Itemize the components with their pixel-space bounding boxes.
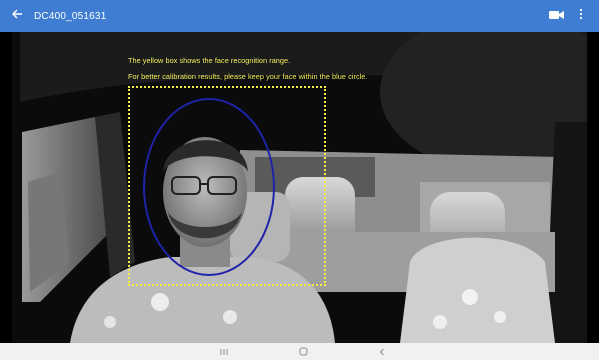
back-chevron-icon <box>378 343 386 360</box>
app-bar: DC400_051631 <box>0 0 599 32</box>
face-range-hint: The yellow box shows the face recognitio… <box>128 56 291 65</box>
face-calibration-circle <box>143 98 275 276</box>
arrow-left-icon <box>11 7 23 25</box>
calibration-hint: For better calibration results, please k… <box>128 72 368 81</box>
recents-button[interactable] <box>209 343 239 360</box>
camera-preview: The yellow box shows the face recognitio… <box>0 32 599 343</box>
page-title: DC400_051631 <box>34 10 107 22</box>
app-bar-actions <box>543 0 599 32</box>
video-button[interactable] <box>543 0 569 32</box>
more-options-button[interactable] <box>569 0 593 32</box>
home-icon <box>299 343 308 360</box>
system-nav-bar <box>0 343 599 360</box>
frame-edge-left <box>0 32 12 343</box>
nav-back-button[interactable] <box>367 343 397 360</box>
frame-edge-right <box>587 32 599 343</box>
home-button[interactable] <box>288 343 318 360</box>
video-camera-icon <box>548 7 564 25</box>
recents-icon <box>220 343 228 360</box>
back-button[interactable] <box>0 0 34 32</box>
more-vert-icon <box>579 7 583 25</box>
